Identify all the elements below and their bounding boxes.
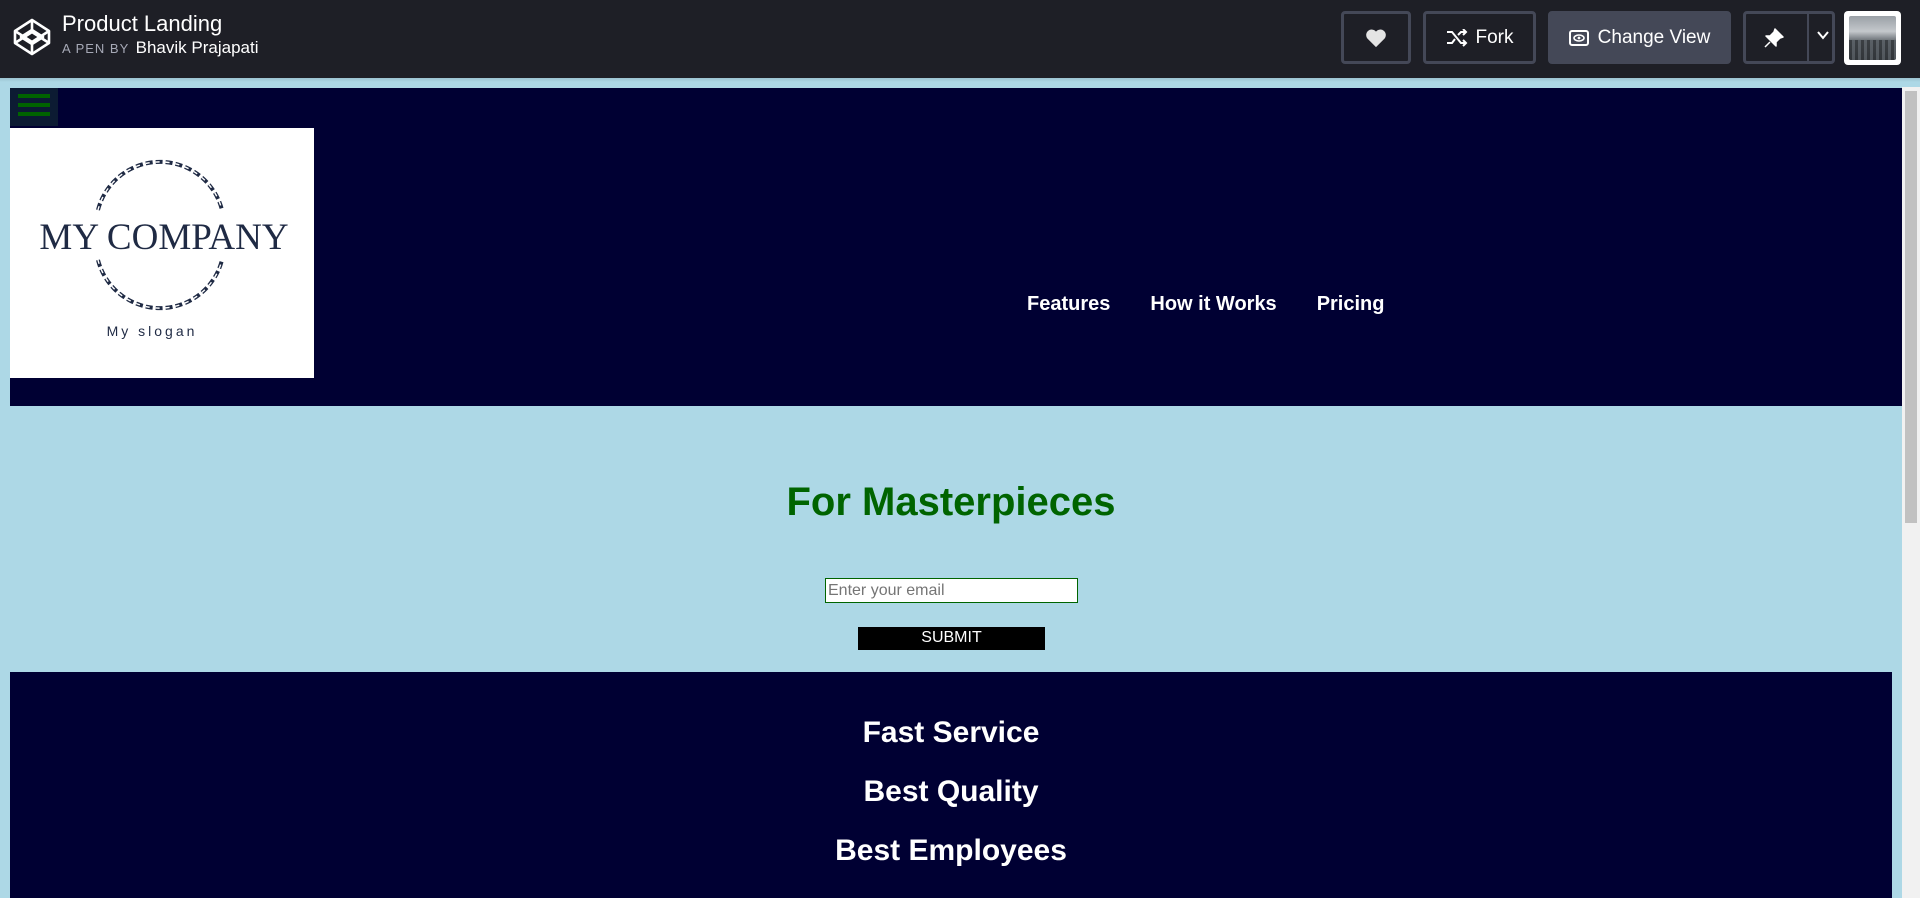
fork-button[interactable]: Fork [1423,11,1536,64]
nav-link-pricing[interactable]: Pricing [1317,293,1385,316]
love-button[interactable] [1341,11,1411,64]
fork-icon [1446,28,1467,47]
chevron-down-icon[interactable] [1816,28,1830,42]
pen-title[interactable]: Product Landing [62,10,258,38]
user-avatar[interactable] [1844,11,1901,65]
pen-author-link[interactable]: Bhavik Prajapati [136,38,259,57]
logo-company-name: MY COMPANY [39,217,288,258]
codepen-logo-icon[interactable] [12,17,52,57]
pin-divider [1807,14,1809,61]
change-view-button[interactable]: Change View [1548,11,1731,64]
hero-title: For Masterpieces [786,480,1116,524]
pen-preview: MY COMPANY My slogan Features How it Wor… [0,78,1920,898]
heart-icon [1366,29,1386,47]
main-nav: Features How it Works Pricing [1027,293,1384,316]
preview-shadow [0,78,1920,82]
feature-best-quality: Best Quality [863,775,1039,808]
hamburger-menu-icon[interactable] [10,88,58,126]
feature-fast-service: Fast Service [862,716,1040,749]
avatar-image [1849,16,1896,60]
company-logo: MY COMPANY My slogan [10,128,314,378]
codepen-header: Product Landing A PEN BY Bhavik Prajapat… [0,0,1920,78]
features-section: Fast Service Best Quality Best Employees [10,672,1892,898]
logo-slogan: My slogan [107,323,198,339]
change-view-label: Change View [1597,26,1711,48]
nav-link-features[interactable]: Features [1027,293,1110,316]
logo-graphic: MY COMPANY My slogan [39,159,289,339]
feature-best-employees: Best Employees [835,834,1067,867]
nav-link-how-it-works[interactable]: How it Works [1150,293,1276,316]
pin-icon [1764,27,1784,48]
pin-button[interactable] [1743,11,1835,64]
vertical-scrollbar[interactable] [1902,87,1920,898]
fork-label: Fork [1475,26,1514,48]
submit-button[interactable]: SUBMIT [858,627,1045,650]
email-input[interactable] [825,578,1078,603]
pen-byline: A PEN BY Bhavik Prajapati [62,38,258,59]
change-view-icon [1568,29,1589,46]
scrollbar-thumb[interactable] [1905,91,1917,523]
by-label: A PEN BY [62,41,130,56]
site-header: MY COMPANY My slogan Features How it Wor… [10,88,1902,406]
